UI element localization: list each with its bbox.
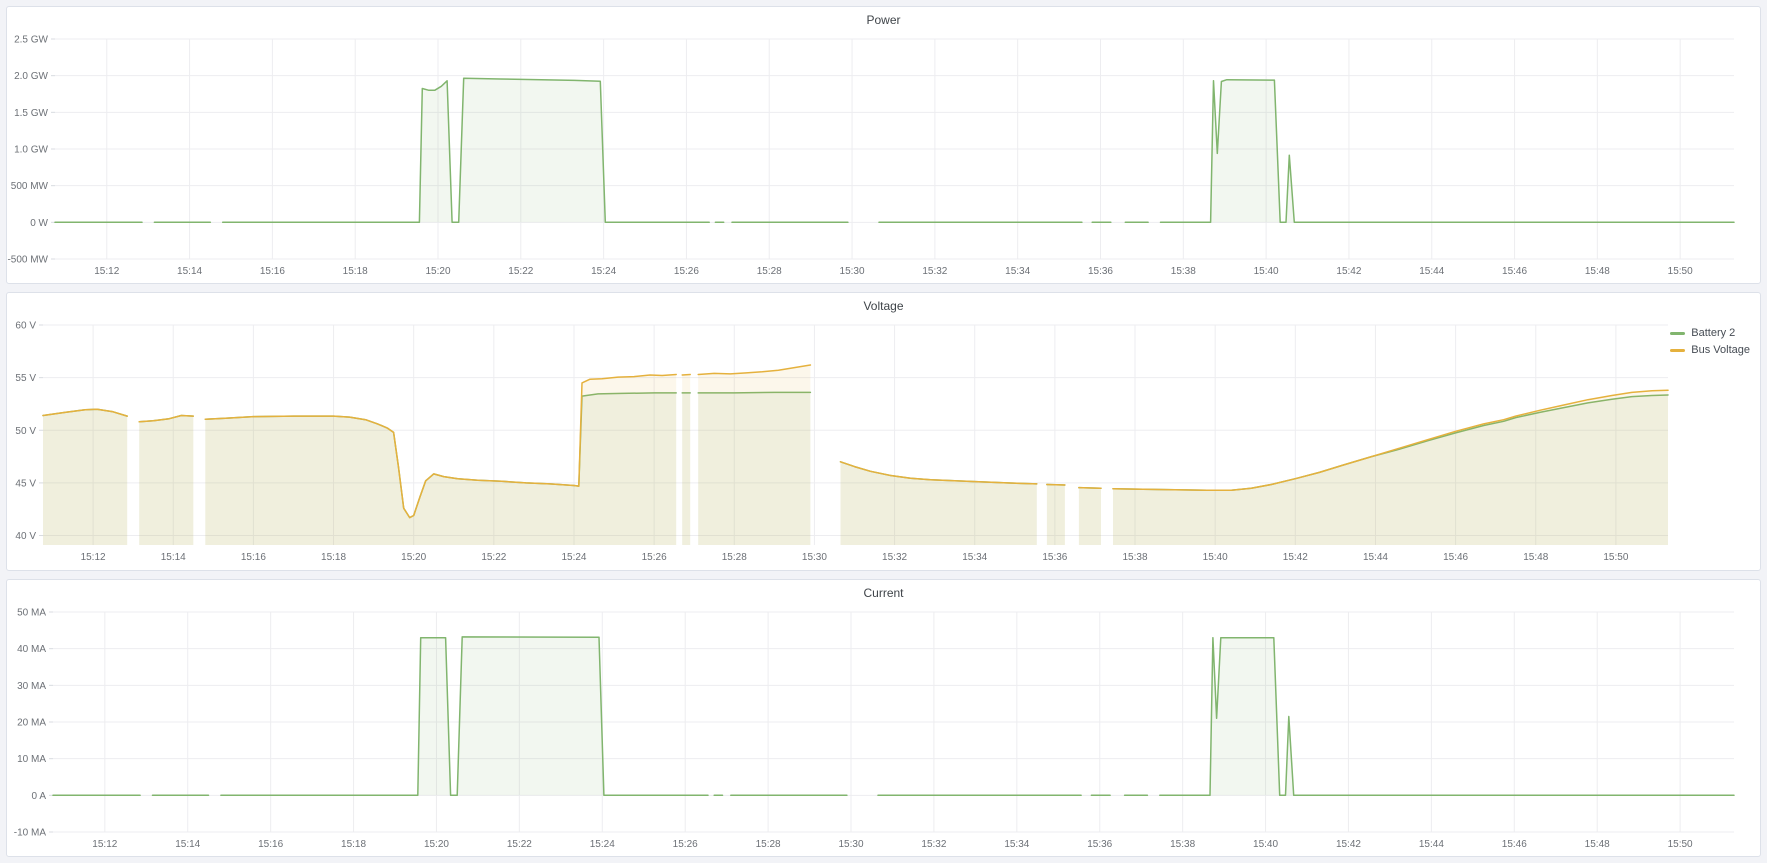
current-panel-title[interactable]: Current [7,580,1760,606]
svg-text:10 MA: 10 MA [17,754,46,765]
svg-text:15:30: 15:30 [838,839,863,850]
svg-text:15:50: 15:50 [1668,839,1693,850]
svg-text:30 MA: 30 MA [17,680,46,691]
svg-text:20 MA: 20 MA [17,717,46,728]
current-chart-area[interactable]: 15:12 15:14 15:16 15:18 15:20 15:22 15:24 15:26… [7,606,1760,856]
current-chart-svg[interactable]: 15:12 15:14 15:16 15:18 15:20 15:22 15:24 15:26… [7,606,1760,856]
svg-text:15:46: 15:46 [1443,552,1468,563]
svg-text:15:12: 15:12 [81,552,106,563]
svg-text:15:50: 15:50 [1668,266,1693,277]
svg-text:-500 MW: -500 MW [7,255,48,266]
svg-text:40 MA: 40 MA [17,644,46,655]
svg-text:15:32: 15:32 [882,552,907,563]
legend-label-battery-2: Battery 2 [1691,327,1735,339]
svg-text:15:14: 15:14 [161,552,186,563]
svg-text:15:20: 15:20 [425,266,450,277]
power-panel-title[interactable]: Power [7,7,1760,33]
svg-text:15:38: 15:38 [1171,266,1196,277]
svg-text:0 A: 0 A [32,790,47,801]
svg-text:45 V: 45 V [15,479,36,490]
svg-text:-10 MA: -10 MA [14,827,47,838]
svg-text:15:24: 15:24 [590,839,615,850]
svg-text:15:38: 15:38 [1123,552,1148,563]
svg-text:15:18: 15:18 [343,266,368,277]
svg-text:55 V: 55 V [15,373,36,384]
legend-item-bus-voltage[interactable]: Bus Voltage [1670,344,1750,356]
svg-text:50 V: 50 V [15,426,36,437]
svg-text:15:42: 15:42 [1336,839,1361,850]
voltage-legend: Battery 2 Bus Voltage [1670,327,1750,356]
power-chart-area[interactable]: 15:12 15:14 15:16 15:18 15:20 15:22 15:24 15:26… [7,33,1760,283]
svg-text:15:48: 15:48 [1585,266,1610,277]
svg-text:15:20: 15:20 [401,552,426,563]
power-panel: Power 15:12 15:14 15:16 15:18 15:20 15:22 15:2… [6,6,1761,284]
svg-text:15:26: 15:26 [642,552,667,563]
svg-text:1.5 GW: 1.5 GW [14,108,48,119]
svg-text:1.0 GW: 1.0 GW [14,145,48,156]
svg-text:15:40: 15:40 [1203,552,1228,563]
svg-text:0 W: 0 W [30,218,48,229]
legend-label-bus-voltage: Bus Voltage [1691,344,1750,356]
svg-text:15:14: 15:14 [177,266,202,277]
svg-text:15:34: 15:34 [1005,266,1030,277]
svg-text:2.0 GW: 2.0 GW [14,71,48,82]
svg-text:15:46: 15:46 [1502,266,1527,277]
svg-text:15:38: 15:38 [1170,839,1195,850]
svg-text:15:16: 15:16 [260,266,285,277]
legend-item-battery-2[interactable]: Battery 2 [1670,327,1750,339]
power-chart-svg[interactable]: 15:12 15:14 15:16 15:18 15:20 15:22 15:24 15:26… [7,33,1760,283]
battery-2-series-swatch-icon [1670,332,1685,335]
svg-text:15:18: 15:18 [341,839,366,850]
svg-text:60 V: 60 V [15,321,36,332]
voltage-panel: Voltage Battery 2 Bus Voltage 15:12 15:14… [6,292,1761,570]
svg-text:15:42: 15:42 [1283,552,1308,563]
svg-text:15:34: 15:34 [962,552,987,563]
svg-text:15:30: 15:30 [802,552,827,563]
voltage-panel-title[interactable]: Voltage [7,293,1760,319]
svg-text:15:14: 15:14 [175,839,200,850]
svg-text:15:26: 15:26 [673,839,698,850]
svg-text:40 V: 40 V [15,531,36,542]
svg-text:15:12: 15:12 [94,266,119,277]
svg-text:15:32: 15:32 [922,266,947,277]
svg-text:15:50: 15:50 [1603,552,1628,563]
svg-text:15:24: 15:24 [561,552,586,563]
svg-text:15:28: 15:28 [757,266,782,277]
bus-voltage-series-swatch-icon [1670,349,1685,352]
svg-text:15:12: 15:12 [92,839,117,850]
svg-text:15:28: 15:28 [756,839,781,850]
voltage-chart-svg[interactable]: 15:12 15:14 15:16 15:18 15:20 15:22 15:24 15:26… [7,319,1760,569]
svg-text:15:36: 15:36 [1088,266,1113,277]
svg-text:15:36: 15:36 [1042,552,1067,563]
svg-text:15:48: 15:48 [1585,839,1610,850]
svg-text:15:20: 15:20 [424,839,449,850]
svg-text:15:22: 15:22 [507,839,532,850]
svg-text:15:44: 15:44 [1419,839,1444,850]
svg-text:15:44: 15:44 [1363,552,1388,563]
svg-text:15:40: 15:40 [1253,839,1278,850]
svg-text:15:44: 15:44 [1419,266,1444,277]
svg-text:15:46: 15:46 [1502,839,1527,850]
svg-text:2.5 GW: 2.5 GW [14,35,48,46]
svg-text:15:26: 15:26 [674,266,699,277]
svg-text:15:24: 15:24 [591,266,616,277]
voltage-chart-area[interactable]: 15:12 15:14 15:16 15:18 15:20 15:22 15:24 15:26… [7,319,1760,569]
svg-text:15:42: 15:42 [1336,266,1361,277]
svg-text:15:36: 15:36 [1087,839,1112,850]
svg-text:15:30: 15:30 [840,266,865,277]
svg-text:15:28: 15:28 [722,552,747,563]
svg-text:15:22: 15:22 [481,552,506,563]
svg-text:15:16: 15:16 [258,839,283,850]
svg-text:15:32: 15:32 [921,839,946,850]
svg-text:15:22: 15:22 [508,266,533,277]
svg-text:15:16: 15:16 [241,552,266,563]
svg-text:500 MW: 500 MW [11,181,49,192]
svg-text:50 MA: 50 MA [17,607,46,618]
svg-text:15:48: 15:48 [1523,552,1548,563]
current-panel: Current 15:1215:1415:1615:1815:2015:2215… [6,579,1761,857]
svg-text:15:18: 15:18 [321,552,346,563]
svg-text:15:34: 15:34 [1004,839,1029,850]
svg-text:15:40: 15:40 [1254,266,1279,277]
